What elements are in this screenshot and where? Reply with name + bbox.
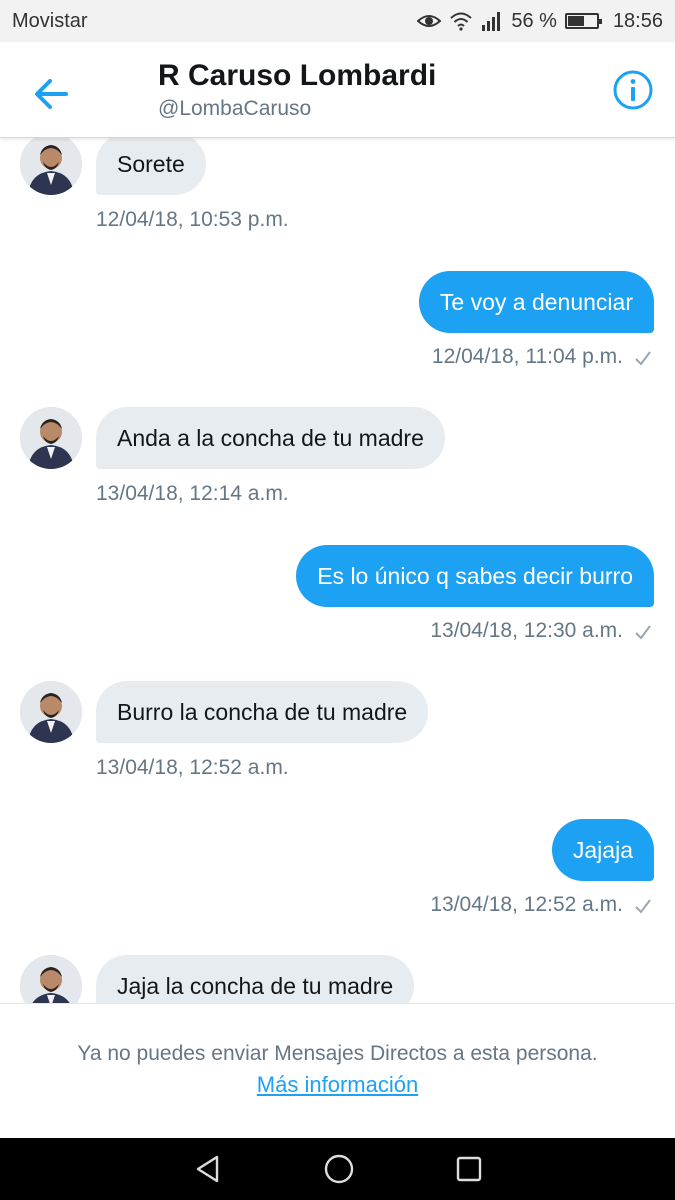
wifi-icon [450, 12, 473, 31]
status-icons: 56 % 18:56 [417, 10, 663, 33]
person-avatar-image [20, 681, 82, 743]
outgoing-message-bubble[interactable]: Jajaja [551, 819, 654, 881]
signal-icon [482, 12, 501, 31]
message-text: Jaja la concha de tu madre [117, 972, 394, 999]
message-timestamp: 13/04/18, 12:52 a.m. [96, 756, 289, 779]
outgoing-message-bubble[interactable]: Te voy a denunciar [418, 271, 654, 333]
battery-fill [567, 16, 584, 26]
avatar[interactable] [20, 681, 82, 743]
clock: 18:56 [612, 9, 663, 32]
avatar[interactable] [20, 955, 82, 1003]
incoming-message-bubble[interactable]: Sorete [96, 138, 206, 195]
incoming-message-bubble[interactable]: Burro la concha de tu madre [96, 681, 429, 743]
contact-handle: @LombaCaruso [158, 97, 312, 120]
carrier-label: Movistar [12, 9, 88, 32]
check-icon [635, 899, 651, 914]
message-list[interactable]: Sorete 12/04/18, 10:53 p.m. Te voy a den… [0, 138, 675, 1003]
message-text: Es lo único q sabes decir burro [317, 562, 633, 589]
check-icon [635, 625, 651, 640]
message-timestamp: 12/04/18, 10:53 p.m. [96, 208, 289, 231]
back-arrow-icon[interactable] [30, 72, 74, 116]
more-info-link[interactable]: Más información [257, 1072, 418, 1098]
back-triangle-icon[interactable] [193, 1154, 223, 1184]
title-block[interactable]: R Caruso Lombardi @LombaCaruso [158, 59, 436, 121]
status-bar: Movistar 56 % 18:56 [0, 0, 675, 42]
message-timestamp: 12/04/18, 11:04 p.m. [431, 345, 623, 368]
incoming-message-bubble[interactable]: Anda a la concha de tu madre [96, 407, 445, 469]
eye-icon [417, 15, 442, 27]
person-avatar-image [20, 407, 82, 469]
home-circle-icon[interactable] [323, 1153, 355, 1185]
message-text: Te voy a denunciar [439, 288, 633, 315]
dm-screen: Movistar 56 % 18:56 R Caruso Lombardi @L… [0, 0, 675, 1200]
notice-text: Ya no puedes enviar Mensajes Directos a … [77, 1042, 598, 1065]
person-avatar-image [20, 955, 82, 1003]
avatar[interactable] [20, 138, 82, 195]
avatar[interactable] [20, 407, 82, 469]
person-avatar-image [20, 138, 82, 195]
message-text: Jajaja [572, 836, 633, 863]
info-icon[interactable] [611, 68, 655, 112]
system-nav-bar [0, 1138, 675, 1200]
incoming-message-bubble[interactable]: Jaja la concha de tu madre [96, 955, 415, 1003]
dm-disabled-notice: Ya no puedes enviar Mensajes Directos a … [0, 1003, 675, 1138]
recents-square-icon[interactable] [455, 1155, 483, 1183]
conversation-header: R Caruso Lombardi @LombaCaruso [0, 42, 675, 138]
battery-icon [564, 13, 602, 29]
check-icon [635, 351, 651, 366]
message-text: Anda a la concha de tu madre [117, 424, 424, 451]
message-timestamp: 13/04/18, 12:52 a.m. [430, 893, 623, 916]
message-timestamp: 13/04/18, 12:30 a.m. [430, 619, 623, 642]
battery-percent: 56 % [511, 9, 557, 32]
message-text: Burro la concha de tu madre [117, 698, 408, 725]
outgoing-message-bubble[interactable]: Es lo único q sabes decir burro [296, 545, 654, 607]
message-timestamp: 13/04/18, 12:14 a.m. [96, 482, 289, 505]
contact-name: R Caruso Lombardi [158, 59, 437, 92]
message-text: Sorete [117, 150, 185, 177]
